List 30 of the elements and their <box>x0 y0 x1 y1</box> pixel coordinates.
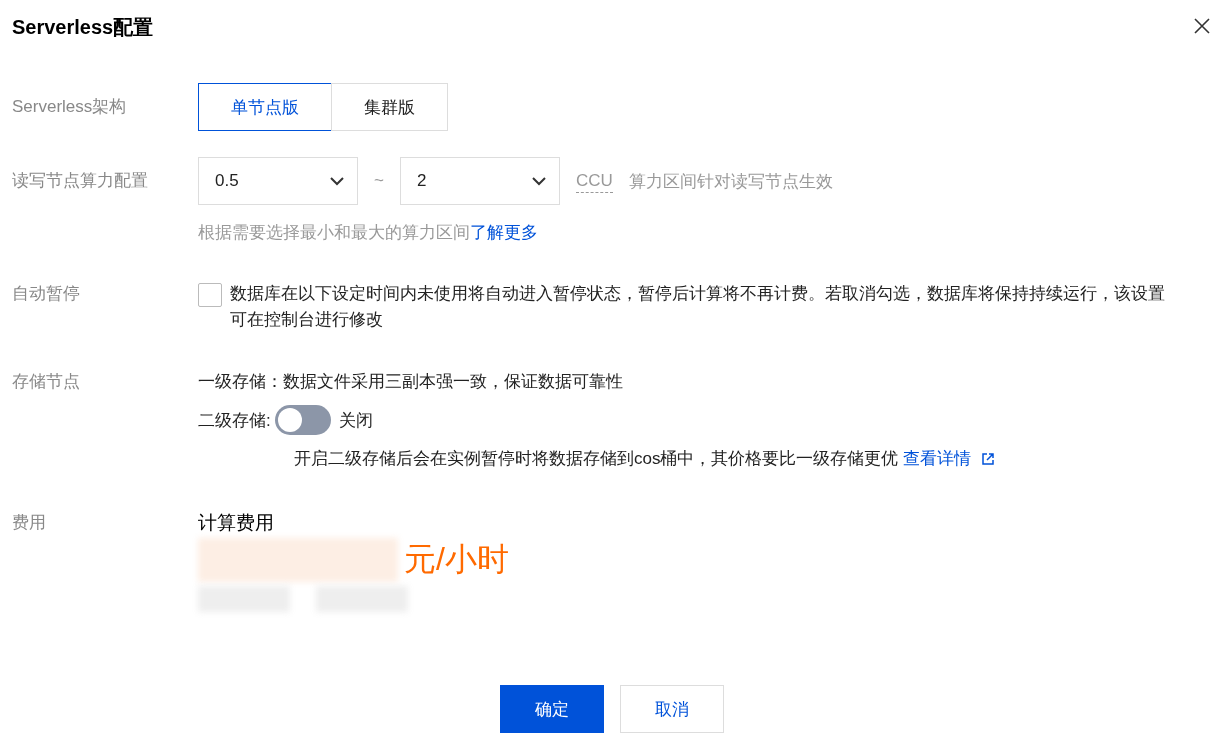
max-select[interactable]: 2 <box>399 157 560 205</box>
range-note: 算力区间针对读写节点生效 <box>628 170 833 193</box>
segment-tab[interactable]: 集群版 <box>331 83 448 131</box>
range-separator: ~ <box>374 171 384 191</box>
hint-text: 根据需要选择最小和最大的算力区间了解更多 <box>198 222 539 244</box>
price-unit: 元/小时 <box>404 540 509 579</box>
toggle-state-text: 关闭 <box>338 409 373 432</box>
cancel-button[interactable]: 取消 <box>620 685 724 733</box>
field-label: 自动暂停 <box>12 283 81 305</box>
auto-pause-checkbox[interactable] <box>198 283 222 307</box>
segment-tab[interactable]: 单节点版 <box>198 83 332 131</box>
external-link-icon <box>981 451 996 466</box>
tier2-storage-note: 开启二级存储后会在实例暂停时将数据存储到cos桶中，其价格要比一级存储更优 查看详情 <box>294 448 972 470</box>
unit-label: CCU <box>575 169 613 193</box>
field-label: Serverless架构 <box>12 96 128 118</box>
toggle-switch[interactable] <box>274 405 331 435</box>
view-details-link[interactable]: 查看详情 <box>903 449 972 468</box>
confirm-button[interactable]: 确定 <box>500 685 604 733</box>
field-label: 读写节点算力配置 <box>12 170 149 192</box>
learn-more-link[interactable]: 了解更多 <box>470 223 538 242</box>
auto-pause-description: 数据库在以下设定时间内未使用将自动进入暂停状态，暂停后计算将不再计费。若取消勾选，数据库将保持持续运行，该设置可在控制台进行修改 <box>230 283 1166 331</box>
fee-title: 计算费用 <box>198 511 275 535</box>
field-label: 费用 <box>12 512 47 534</box>
dialog-title: Serverless配置 <box>12 14 154 40</box>
chevron-down-icon <box>530 176 547 186</box>
min-select[interactable]: 0.5 <box>198 157 358 205</box>
tier2-storage-label: 二级存储: <box>198 409 271 432</box>
chevron-down-icon <box>329 176 345 186</box>
field-label: 存储节点 <box>12 371 81 393</box>
tier1-storage-text: 一级存储：数据文件采用三副本强一致，保证数据可靠性 <box>198 371 624 393</box>
